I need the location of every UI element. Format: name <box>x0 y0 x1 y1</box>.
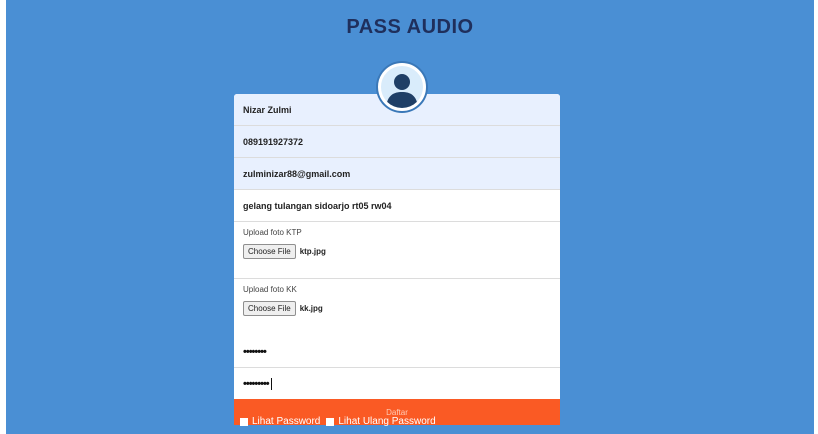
show-password-checkbox[interactable] <box>240 417 248 426</box>
password-field[interactable]: •••••••• <box>234 336 560 368</box>
confirm-password-field-value: ••••••••• <box>243 377 270 390</box>
kk-upload-label: Upload foto KK <box>243 285 297 294</box>
phone-field-value: 089191927372 <box>243 136 304 147</box>
name-field-value: Nizar Zulmi <box>243 104 292 115</box>
ktp-choose-file-button[interactable]: Choose File <box>243 244 296 259</box>
ktp-upload-section: Upload foto KTP Choose File ktp.jpg <box>234 228 560 279</box>
show-password-option[interactable]: Lihat Password <box>240 416 320 427</box>
ktp-upload-label: Upload foto KTP <box>243 228 302 237</box>
password-visibility-options: Lihat Password Lihat Ulang Password <box>240 416 442 427</box>
confirm-password-field[interactable]: ••••••••• <box>234 368 560 399</box>
kk-filename: kk.jpg <box>299 304 323 313</box>
kk-upload-section: Upload foto KK Choose File kk.jpg <box>234 285 560 336</box>
show-confirm-password-checkbox[interactable] <box>326 417 335 426</box>
email-field[interactable]: zulminizar88@gmail.com <box>234 158 560 190</box>
registration-form: Nizar Zulmi 089191927372 zulminizar88@gm… <box>234 94 560 425</box>
password-field-value: •••••••• <box>243 345 267 358</box>
email-field-value: zulminizar88@gmail.com <box>243 168 351 179</box>
text-cursor <box>270 377 272 390</box>
address-field[interactable]: gelang tulangan sidoarjo rt05 rw04 <box>234 190 560 222</box>
ktp-filename: ktp.jpg <box>299 247 326 256</box>
phone-field[interactable]: 089191927372 <box>234 126 560 158</box>
kk-choose-file-button[interactable]: Choose File <box>243 301 296 316</box>
show-confirm-password-option[interactable]: Lihat Ulang Password <box>326 416 436 427</box>
address-field-value: gelang tulangan sidoarjo rt05 rw04 <box>243 200 392 211</box>
show-confirm-password-label: Lihat Ulang Password <box>338 416 436 427</box>
page-title: PASS AUDIO <box>346 16 474 38</box>
user-avatar-icon <box>378 63 426 111</box>
show-password-label: Lihat Password <box>252 416 321 427</box>
